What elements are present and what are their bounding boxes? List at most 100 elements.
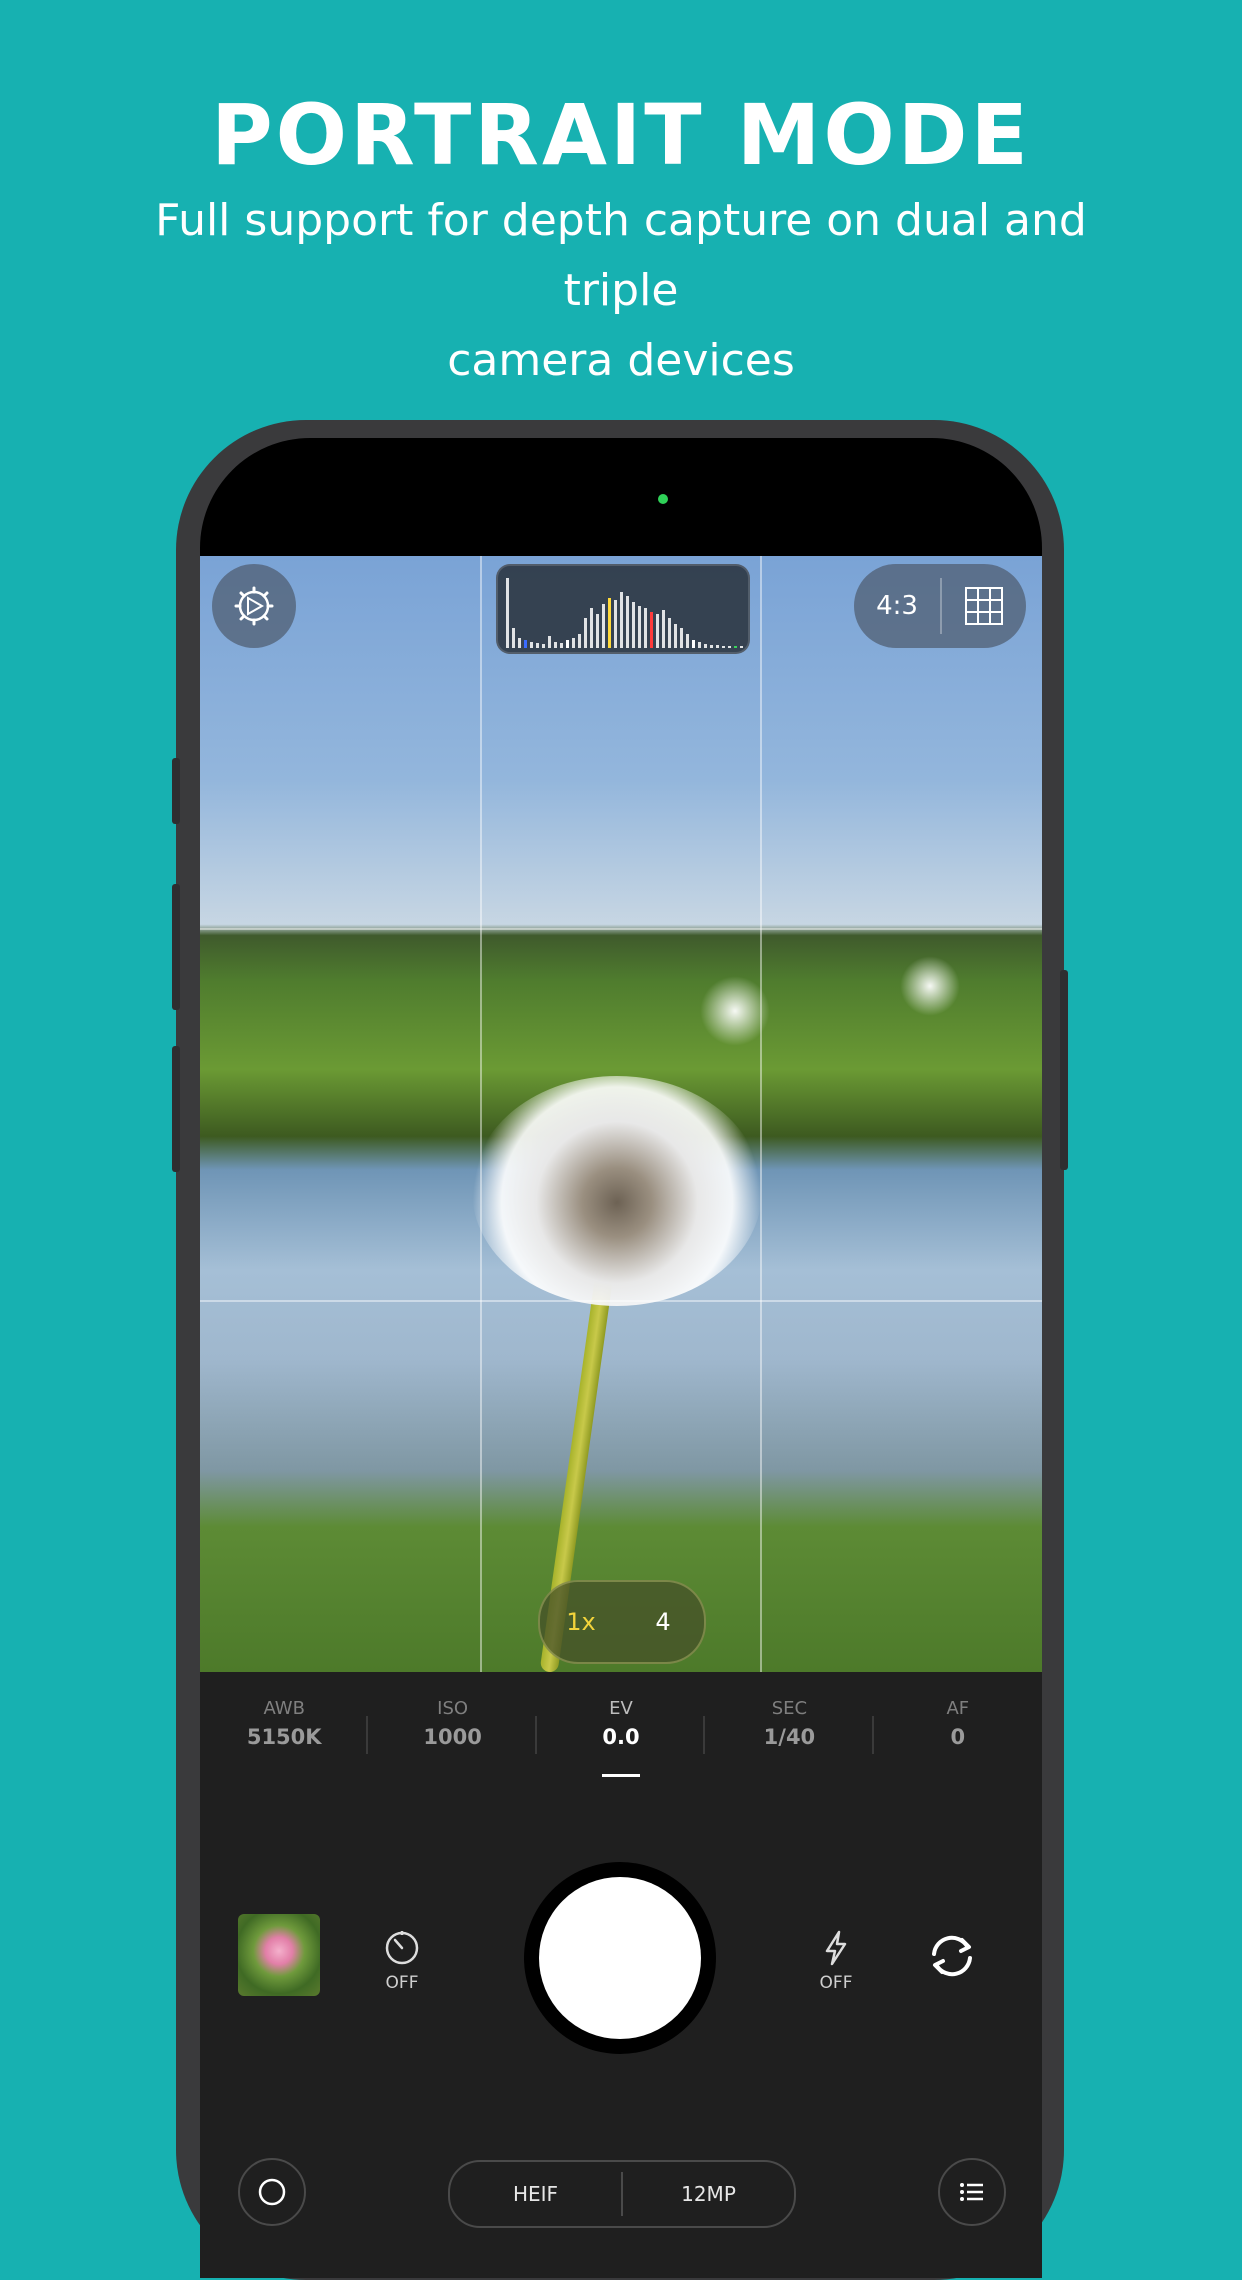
param-ev[interactable]: EV 0.0 — [537, 1698, 706, 1768]
grid-line — [200, 1300, 1042, 1302]
mode-button[interactable] — [238, 2158, 306, 2226]
param-value: 1/40 — [763, 1725, 816, 1749]
grid-icon — [965, 587, 1003, 625]
param-label: ISO — [437, 1698, 469, 1719]
histogram — [496, 564, 750, 654]
settings-button[interactable] — [212, 564, 296, 648]
histogram-bar — [512, 628, 515, 648]
dandelion-head — [472, 1076, 762, 1306]
timer-button[interactable]: OFF — [362, 1928, 442, 1993]
histogram-bar — [524, 640, 527, 648]
resolution-button[interactable]: 12MP — [623, 2182, 794, 2206]
exposure-params: AWB 5150K ISO 1000 EV 0.0 SEC 1/40 AF 0 — [200, 1698, 1042, 1768]
histogram-bar — [542, 644, 545, 648]
param-value: 0 — [950, 1725, 966, 1749]
zoom-4x-button[interactable]: 4 — [622, 1608, 704, 1636]
histogram-bar — [674, 624, 677, 648]
aspect-ratio-button[interactable]: 4:3 — [854, 591, 940, 621]
flash-state: OFF — [819, 1973, 853, 1993]
phone-volume-up — [172, 884, 180, 1010]
histogram-bar — [530, 642, 533, 648]
menu-button[interactable] — [938, 2158, 1006, 2226]
histogram-bar — [644, 608, 647, 648]
list-icon — [960, 2183, 983, 2201]
histogram-bar — [536, 643, 539, 648]
param-value: 5150K — [246, 1725, 322, 1749]
timer-state: OFF — [385, 1973, 419, 1993]
page-title: PORTRAIT MODE — [211, 86, 1031, 184]
histogram-bar — [602, 604, 605, 648]
histogram-bar — [668, 618, 671, 648]
histogram-bar — [656, 614, 659, 648]
camera-viewfinder[interactable]: 4:3 1x 4 — [200, 556, 1042, 1672]
histogram-bar — [740, 646, 743, 648]
last-photo-thumbnail[interactable] — [238, 1914, 320, 1996]
format-selector: HEIF 12MP — [448, 2160, 796, 2228]
histogram-bar — [662, 610, 665, 648]
histogram-bar — [560, 643, 563, 648]
histogram-bar — [566, 640, 569, 648]
settings-gear-icon — [234, 586, 274, 626]
floating-seed — [900, 956, 960, 1016]
param-label: AWB — [263, 1698, 305, 1719]
timer-icon — [385, 1931, 419, 1965]
param-label: EV — [609, 1698, 633, 1719]
grid-line — [760, 556, 762, 1672]
page-subtitle: Full support for depth capture on dual a… — [100, 186, 1142, 396]
aspect-grid-controls: 4:3 — [854, 564, 1026, 648]
histogram-bar — [728, 646, 731, 648]
switch-camera-icon — [932, 1935, 972, 1977]
zoom-1x-button[interactable]: 1x — [540, 1608, 622, 1636]
phone-volume-down — [172, 1046, 180, 1172]
histogram-bar — [620, 592, 623, 648]
histogram-bar — [632, 602, 635, 648]
histogram-bar — [608, 598, 611, 648]
phone-power-button — [1060, 970, 1068, 1170]
shutter-button[interactable] — [524, 1862, 716, 2054]
param-iso[interactable]: ISO 1000 — [368, 1698, 537, 1768]
param-sec[interactable]: SEC 1/40 — [705, 1698, 874, 1768]
histogram-bar — [686, 634, 689, 648]
histogram-bar — [596, 614, 599, 648]
param-awb[interactable]: AWB 5150K — [200, 1698, 369, 1768]
param-value: 0.0 — [602, 1725, 640, 1749]
histogram-bar — [518, 638, 521, 648]
histogram-bar — [590, 608, 593, 648]
phone-screen: 4:3 1x 4 AWB 5150K ISO 1000 EV 0.0 SEC 1… — [200, 438, 1042, 2278]
histogram-bar — [650, 612, 653, 648]
subtitle-line-1: Full support for depth capture on dual a… — [155, 195, 1087, 316]
subtitle-line-2: camera devices — [447, 335, 795, 386]
camera-indicator-dot — [658, 494, 668, 504]
param-value: 1000 — [423, 1725, 482, 1749]
circle-icon — [258, 2178, 286, 2206]
param-af[interactable]: AF 0 — [874, 1698, 1042, 1768]
histogram-bar — [680, 628, 683, 648]
histogram-bar — [572, 638, 575, 648]
histogram-bar — [584, 618, 587, 648]
shutter-inner — [539, 1877, 701, 2039]
switch-camera-button[interactable] — [916, 1926, 988, 1991]
param-label: SEC — [771, 1698, 808, 1719]
histogram-bar — [704, 644, 707, 648]
grid-line — [480, 556, 482, 1672]
phone-mute-switch — [172, 758, 180, 824]
histogram-graph — [506, 578, 743, 648]
flash-button[interactable]: OFF — [796, 1928, 876, 1993]
zoom-selector: 1x 4 — [538, 1580, 706, 1664]
histogram-bar — [554, 642, 557, 648]
histogram-bar — [716, 645, 719, 648]
histogram-bar — [710, 645, 713, 648]
format-heif-button[interactable]: HEIF — [450, 2182, 621, 2206]
histogram-bar — [506, 578, 509, 648]
grid-line — [200, 928, 1042, 930]
histogram-bar — [692, 640, 695, 648]
camera-controls-panel: AWB 5150K ISO 1000 EV 0.0 SEC 1/40 AF 0 … — [200, 1672, 1042, 2278]
histogram-bar — [698, 642, 701, 648]
flash-icon — [825, 1930, 847, 1966]
grid-toggle-button[interactable] — [942, 586, 1026, 626]
histogram-bar — [734, 646, 737, 648]
histogram-bar — [548, 636, 551, 648]
histogram-bar — [578, 634, 581, 648]
histogram-bar — [614, 600, 617, 648]
param-label: AF — [946, 1698, 970, 1719]
